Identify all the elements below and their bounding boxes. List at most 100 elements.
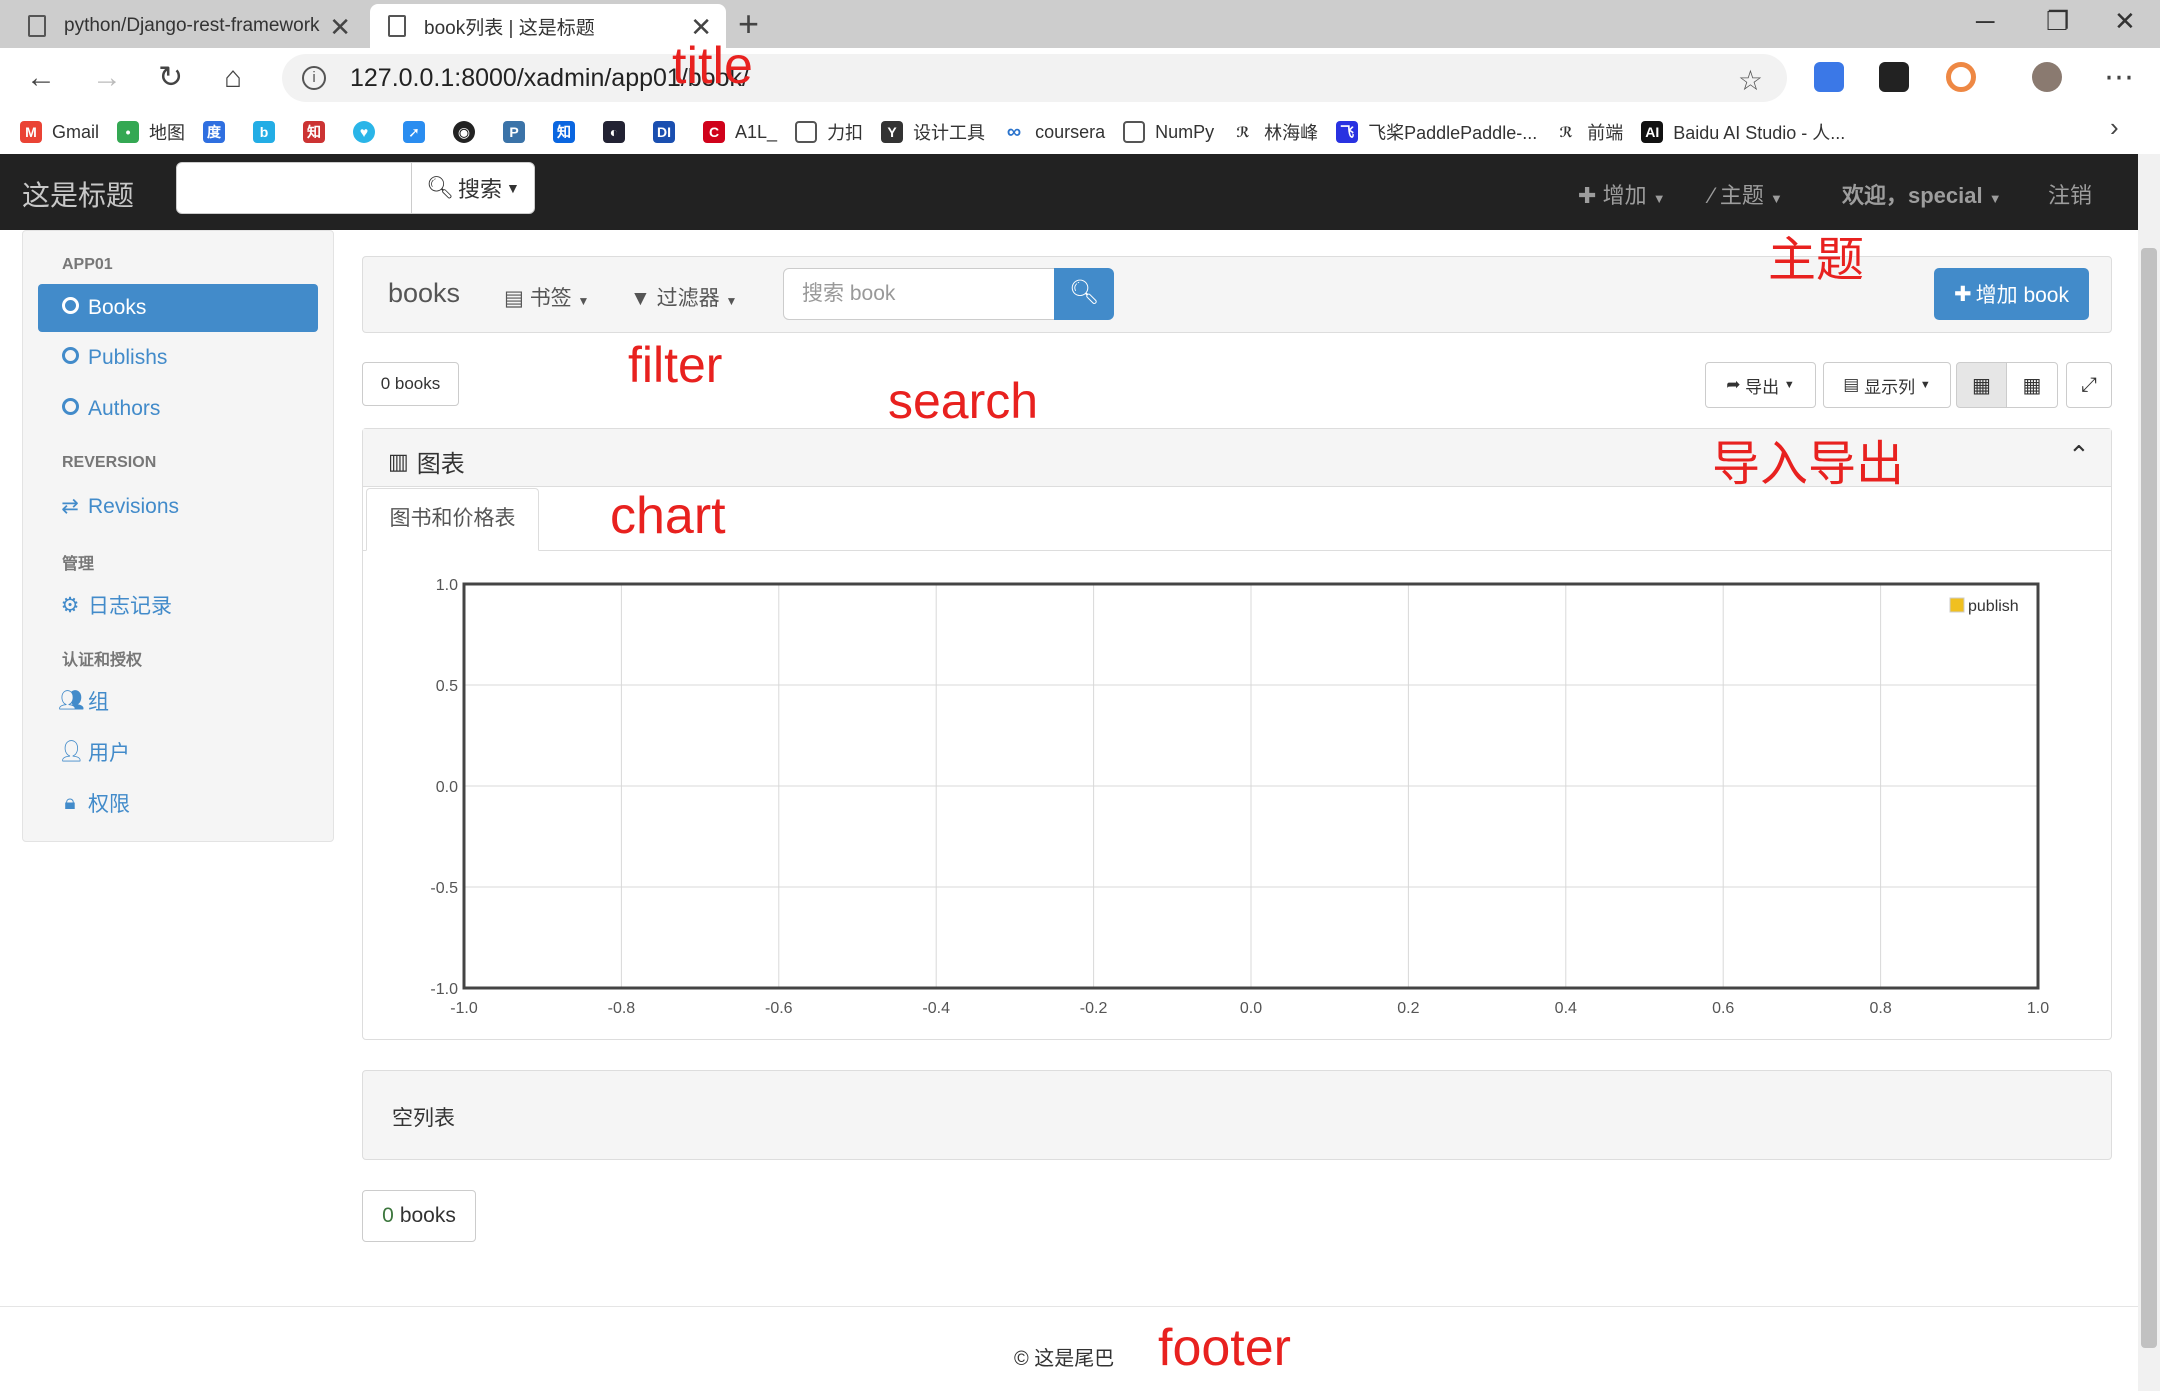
close-window-button[interactable]: ✕ (2114, 6, 2136, 37)
bookmark-paddle[interactable]: 飞飞桨PaddlePaddle-... (1336, 119, 1537, 145)
address-bar[interactable]: i 127.0.0.1:8000/xadmin/app01/book/ ☆ (282, 54, 1787, 102)
profile-avatar[interactable] (2032, 62, 2062, 92)
restore-button[interactable]: ❐ (2046, 6, 2069, 37)
navbar-search-input[interactable] (176, 162, 412, 214)
gmail-icon: M (20, 121, 42, 143)
forward-icon[interactable]: → (92, 60, 122, 96)
x-tick-label: -0.8 (608, 1000, 636, 1017)
site-icon: Y (881, 121, 904, 143)
bookmark-leetcode[interactable]: 力扣 (795, 119, 863, 145)
bookmark-baidu[interactable]: 度 (203, 121, 235, 143)
scrollbar-thumb[interactable] (2141, 248, 2157, 1348)
close-tab-icon[interactable]: ✕ (329, 12, 351, 43)
navbar-add-menu[interactable]: ✚ 增加 ▼ (1578, 178, 1666, 210)
list-search-input[interactable]: 搜索 book (783, 268, 1055, 320)
welcome-label: 欢迎，special (1842, 183, 1983, 208)
sidebar-section-app01: APP01 (62, 256, 113, 273)
back-icon[interactable]: ← (26, 60, 56, 96)
bookmark-menu-label: 书签 (529, 287, 572, 310)
minimize-button[interactable]: ─ (1976, 6, 1994, 37)
columns-button[interactable]: ▤ 显示列 ▼ (1823, 362, 1951, 408)
small-grid-button[interactable]: ▦ (2006, 362, 2058, 408)
count-unit: books (399, 1204, 456, 1227)
bookmark-site[interactable]: ➚ (403, 121, 435, 143)
bookmark-gmail[interactable]: M Gmail (20, 121, 99, 143)
add-book-button[interactable]: ✚ 增加 book (1934, 268, 2089, 320)
bookmark-aistudio[interactable]: AI Baidu AI Studio - 人... (1641, 119, 1845, 145)
bar-chart-icon: ▥ (388, 448, 409, 474)
list-search-button[interactable]: 🔍︎ (1054, 268, 1114, 320)
bookmark-frontend[interactable]: ℛ 前端 (1555, 119, 1623, 145)
sidebar-item-label: Books (88, 296, 147, 319)
sidebar-item-groups[interactable]: 👥︎ 组 (58, 686, 109, 716)
chevron-right-icon[interactable]: › (2110, 112, 2119, 143)
x-tick-label: 0.2 (1397, 1000, 1419, 1017)
bookmark-design[interactable]: Y 设计工具 (881, 119, 985, 145)
export-label: 导出 (1745, 377, 1780, 397)
model-title: books (388, 278, 461, 308)
sidebar-item-label: 组 (88, 691, 109, 714)
x-tick-label: -0.6 (765, 1000, 793, 1017)
export-button[interactable]: ➦ 导出 ▼ (1705, 362, 1816, 408)
translate-extension-icon[interactable] (1814, 62, 1844, 92)
bookmark-menu[interactable]: ▤ 书签 ▼ (504, 282, 589, 312)
bookmark-python[interactable]: P (503, 121, 535, 143)
bookmark-coursera[interactable]: ∞ coursera (1003, 121, 1105, 143)
bookmark-a1l[interactable]: C A1L_ (703, 121, 777, 143)
bookmark-maps[interactable]: • 地图 (117, 119, 185, 145)
navbar-theme-menu[interactable]: ⁄ 主题 ▼ (1710, 178, 1783, 210)
chevron-up-icon[interactable]: ⌃ (2068, 440, 2090, 471)
home-icon[interactable]: ⌂ (224, 60, 242, 96)
filter-menu[interactable]: ▼ 过滤器 ▼ (630, 282, 737, 312)
star-icon[interactable]: ☆ (1738, 64, 1763, 97)
site-icon: C (703, 121, 726, 143)
caret-down-icon: ▼ (577, 294, 590, 308)
reload-icon[interactable]: ↻ (158, 60, 183, 96)
sidebar-item-permissions[interactable]: 🔒︎ 权限 (58, 788, 130, 818)
large-grid-button[interactable]: ▦ (1956, 362, 2007, 408)
annotation-chart: chart (610, 487, 726, 545)
browser-tab-1[interactable]: python/Django-rest-framework ✕ (10, 4, 365, 48)
sidebar-item-revisions[interactable]: ⇄ Revisions (58, 494, 179, 519)
sidebar-item-authors[interactable]: Authors (58, 397, 160, 421)
magic-wand-icon: ⁄ (1710, 183, 1714, 208)
brand-title[interactable]: 这是标题 (22, 174, 134, 214)
bookmark-lin[interactable]: ℛ 林海峰 (1232, 119, 1318, 145)
th-icon: ▦ (2022, 374, 2042, 397)
bookmark-zhihu[interactable]: 知 (553, 121, 585, 143)
navbar-search-button[interactable]: 🔍︎ 搜索 ▼ (411, 162, 535, 214)
bookmark-label: A1L_ (735, 121, 778, 142)
sidebar-item-publishs[interactable]: Publishs (58, 346, 167, 370)
bookmark-site[interactable]: ◐ (603, 121, 635, 143)
sidebar-item-users[interactable]: 👤︎ 用户 (58, 737, 130, 767)
sidebar-item-logs[interactable]: ⚙ 日志记录 (58, 590, 172, 620)
bookmark-site[interactable]: ♥ (353, 121, 385, 143)
x-tick-label: -1.0 (450, 1000, 478, 1017)
bookmark-github[interactable]: ◉ (453, 121, 485, 143)
bookmark-label: 林海峰 (1264, 123, 1319, 143)
caret-down-icon: ▼ (1769, 191, 1783, 206)
logout-link[interactable]: 注销 (2048, 178, 2092, 210)
bilibili-icon: b (253, 121, 276, 143)
bookmark-site[interactable]: 知 (303, 121, 335, 143)
sidebar-item-label: Revisions (88, 494, 180, 518)
fullscreen-button[interactable]: ⤢ (2066, 362, 2112, 408)
caret-down-icon: ▼ (1919, 379, 1931, 391)
site-icon: ℛ (1232, 121, 1255, 143)
extension-icon[interactable] (1946, 62, 1976, 92)
extension-icon[interactable] (1879, 62, 1909, 92)
map-pin-icon: • (117, 121, 140, 143)
info-icon[interactable]: i (302, 66, 326, 90)
navbar-user-menu[interactable]: 欢迎，special ▼ (1842, 178, 2002, 210)
bookmark-site[interactable]: DI (653, 121, 685, 143)
bookmark-bilibili[interactable]: b (253, 121, 285, 143)
python-icon: P (503, 121, 526, 143)
site-icon: ◐ (603, 121, 626, 143)
sidebar-item-books[interactable]: Books (38, 284, 318, 332)
bookmark-numpy[interactable]: NumPy (1123, 121, 1214, 143)
chart-tab[interactable]: 图书和价格表 (366, 488, 539, 551)
search-button-label: 搜索 (458, 177, 503, 202)
th-large-icon: ▦ (1972, 374, 1991, 397)
annotation-import-export: 导入导出 (1712, 438, 1905, 491)
more-menu-icon[interactable]: ⋯ (2104, 60, 2134, 96)
